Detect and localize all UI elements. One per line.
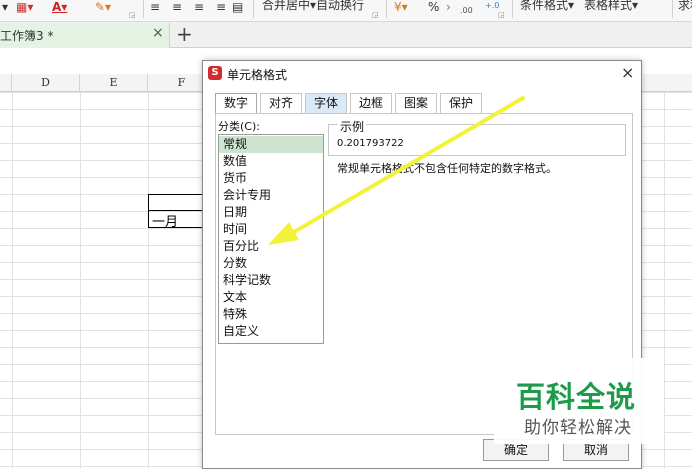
watermark: 百科全说 助你轻松解决 [494, 358, 664, 444]
watermark-title: 百科全说 [516, 380, 637, 414]
arrow-shaft [292, 96, 525, 234]
arrow-head [268, 222, 299, 245]
watermark-subtitle: 助你轻松解决 [524, 418, 632, 438]
